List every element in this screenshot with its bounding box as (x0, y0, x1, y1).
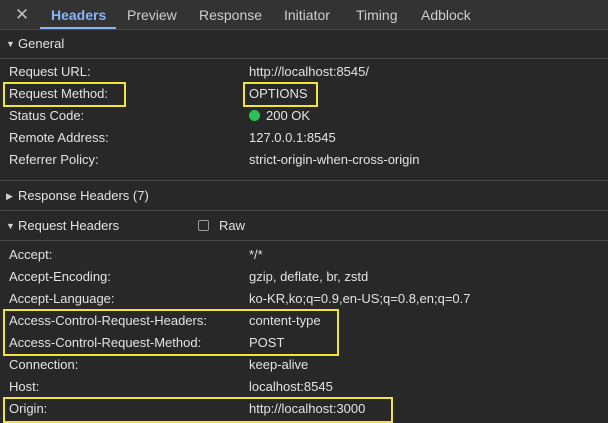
header-key: Origin: (9, 401, 48, 416)
header-value: http://localhost:3000 (249, 401, 366, 416)
section-request-headers-header[interactable]: ▼ Request Headers Raw (0, 213, 608, 239)
header-value: OPTIONS (249, 86, 308, 101)
header-value: localhost:8545 (249, 379, 333, 394)
expand-triangle-icon: ▼ (6, 39, 15, 49)
header-key: Accept-Encoding: (9, 269, 111, 284)
header-key: Host: (9, 379, 40, 394)
header-value: strict-origin-when-cross-origin (249, 152, 420, 167)
status-ok-icon (249, 110, 260, 121)
close-icon[interactable]: ✕ (12, 5, 32, 25)
section-response-headers-title: Response Headers (7) (18, 188, 149, 203)
header-key: Remote Address: (9, 130, 109, 145)
expand-triangle-icon: ▼ (6, 221, 15, 231)
general-row: Request URL: http://localhost:8545/ (0, 61, 608, 83)
header-value: http://localhost:8545/ (249, 64, 369, 79)
header-key: Connection: (9, 357, 79, 372)
header-key: Access-Control-Request-Method: (9, 335, 202, 350)
request-header-row: Access-Control-Request-Headers: content-… (0, 310, 608, 332)
divider (0, 180, 608, 181)
header-value: ko-KR,ko;q=0.9,en-US;q=0.8,en;q=0.7 (249, 291, 471, 306)
tab-timing[interactable]: Timing (356, 0, 398, 29)
header-key: Accept-Language: (9, 291, 115, 306)
active-tab-indicator (40, 27, 116, 29)
header-key: Status Code: (9, 108, 85, 123)
request-header-row: Host: localhost:8545 (0, 376, 608, 398)
section-request-headers-title: Request Headers (18, 218, 120, 233)
request-header-row: Origin: http://localhost:3000 (0, 398, 608, 420)
request-header-row: Connection: keep-alive (0, 354, 608, 376)
general-row: Remote Address: 127.0.0.1:8545 (0, 127, 608, 149)
tab-response[interactable]: Response (199, 0, 262, 29)
request-header-row: Accept-Encoding: gzip, deflate, br, zstd (0, 266, 608, 288)
request-header-row: Accept-Language: ko-KR,ko;q=0.9,en-US;q=… (0, 288, 608, 310)
header-value: gzip, deflate, br, zstd (249, 269, 369, 284)
header-value: 200 OK (249, 105, 310, 127)
header-key: Accept: (9, 247, 53, 262)
collapse-triangle-icon: ▶ (6, 191, 13, 201)
raw-label: Raw (219, 218, 246, 233)
header-value: */* (249, 247, 263, 262)
header-key: Request URL: (9, 64, 91, 79)
raw-checkbox[interactable] (198, 220, 209, 231)
divider (0, 210, 608, 211)
section-response-headers-header[interactable]: ▶ Response Headers (7) (0, 183, 608, 209)
tab-initiator[interactable]: Initiator (284, 0, 330, 29)
general-row: Referrer Policy: strict-origin-when-cros… (0, 149, 608, 171)
header-value: 127.0.0.1:8545 (249, 130, 336, 145)
tab-adblock[interactable]: Adblock (421, 0, 471, 29)
section-general-title: General (18, 36, 65, 51)
header-key: Access-Control-Request-Headers: (9, 313, 207, 328)
header-value: content-type (249, 313, 321, 328)
tab-bar: ✕ Headers Preview Response Initiator Tim… (0, 0, 608, 30)
tab-preview[interactable]: Preview (127, 0, 177, 29)
general-row: Status Code: 200 OK (0, 105, 608, 127)
header-key: Request Method: (9, 86, 109, 101)
tab-headers[interactable]: Headers (51, 0, 106, 29)
header-key: Referrer Policy: (9, 152, 99, 167)
status-code-text: 200 OK (266, 108, 311, 123)
general-row: Request Method: OPTIONS (0, 83, 608, 105)
divider (0, 58, 608, 59)
divider (0, 240, 608, 241)
request-header-row: Access-Control-Request-Method: POST (0, 332, 608, 354)
request-header-row: Accept: */* (0, 244, 608, 266)
section-general-header[interactable]: ▼ General (0, 31, 608, 57)
header-value: POST (249, 335, 285, 350)
header-value: keep-alive (249, 357, 309, 372)
